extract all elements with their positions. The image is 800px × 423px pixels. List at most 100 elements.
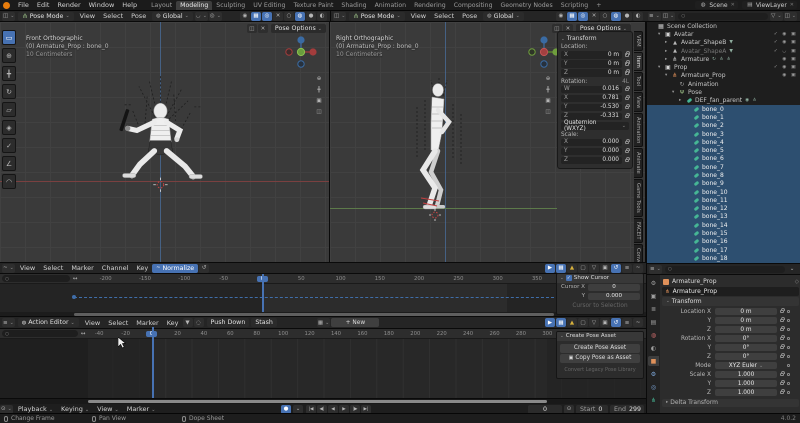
convert-legacy-pose-library-button[interactable]: Convert Legacy Pose Library: [560, 366, 640, 375]
menu-item[interactable]: View: [16, 264, 39, 272]
icon[interactable]: ◎: [209, 12, 222, 21]
lock-icon[interactable]: [780, 328, 784, 332]
toolbar-tool[interactable]: ╋: [2, 66, 16, 81]
icon[interactable]: ▲: [567, 264, 577, 273]
animate-dot-icon[interactable]: [787, 310, 790, 313]
lock-icon[interactable]: [625, 53, 629, 57]
icon[interactable]: ▽: [589, 318, 599, 327]
transform-panel-header[interactable]: ⌄Transform: [561, 35, 629, 42]
value-field[interactable]: 0 m: [715, 308, 777, 316]
value-slider[interactable]: Z0 m: [561, 69, 622, 77]
workspace-tab[interactable]: Modeling: [176, 1, 212, 10]
playhead[interactable]: [262, 274, 264, 312]
icon[interactable]: ▢: [578, 264, 588, 273]
value-slider[interactable]: X0 m: [561, 51, 622, 59]
lock-icon[interactable]: [780, 391, 784, 395]
viewport-front[interactable]: ◫ ✕ Pose Options ▭⊕╋↻▱◈✓∠◠ Front Orthogr…: [0, 22, 330, 262]
unlink-scene-icon[interactable]: ✕: [731, 2, 735, 8]
outliner-row[interactable]: bone_10: [647, 188, 800, 196]
value-slider[interactable]: X0.781: [561, 95, 622, 103]
lock-icon[interactable]: [625, 97, 629, 101]
new-action-button[interactable]: +New: [331, 318, 379, 327]
animate-dot-icon[interactable]: [787, 373, 790, 376]
outliner-row[interactable]: bone_0: [647, 105, 800, 113]
stash-button[interactable]: Stash: [251, 318, 277, 327]
axes-icon[interactable]: ✕: [258, 24, 268, 33]
viewport-menu-item[interactable]: View: [76, 12, 99, 20]
icon[interactable]: ▣: [314, 96, 324, 105]
editor-type-icon[interactable]: ◫: [333, 12, 346, 21]
menu-item[interactable]: Window: [85, 1, 119, 9]
lock-icon[interactable]: [780, 382, 784, 386]
mode-dropdown[interactable]: ⋔ Pose Mode: [349, 12, 404, 21]
outliner-row[interactable]: bone_8: [647, 171, 800, 179]
animate-dot-icon[interactable]: [787, 346, 790, 349]
menu-item[interactable]: Marker: [132, 319, 162, 327]
editor-type-icon[interactable]: ≡: [2, 318, 15, 327]
curve-point[interactable]: [72, 295, 76, 299]
icon[interactable]: ◐: [317, 12, 327, 21]
outliner-row[interactable]: bone_1: [647, 113, 800, 121]
icon[interactable]: ~: [633, 264, 643, 273]
properties-tab-icon[interactable]: ⚙: [648, 369, 659, 379]
icon[interactable]: ▶: [545, 318, 555, 327]
icon[interactable]: ◎: [262, 12, 272, 21]
value-field[interactable]: 0°: [715, 335, 777, 343]
channel-region[interactable]: [0, 339, 88, 399]
orientation-dropdown[interactable]: ◎ Global: [483, 12, 524, 21]
browse-action-icon[interactable]: ▦: [317, 318, 330, 327]
menu-item[interactable]: View: [81, 319, 104, 327]
outliner-row[interactable]: Animation: [647, 80, 800, 88]
outliner-row[interactable]: bone_6: [647, 155, 800, 163]
visibility-icons[interactable]: ✓ ◉ ▣: [774, 40, 800, 45]
editor-type-icon[interactable]: ≡: [649, 265, 662, 274]
toolbar-tool[interactable]: ▱: [2, 102, 16, 117]
menu-item[interactable]: Key: [132, 264, 152, 272]
value-slider[interactable]: Y0.000: [561, 148, 622, 156]
view-layer-selector[interactable]: ▤ ViewLayer ✕: [742, 1, 797, 9]
icon[interactable]: ◎: [578, 12, 588, 21]
icon[interactable]: ⊕: [543, 74, 553, 83]
icon[interactable]: ≡: [622, 318, 632, 327]
visibility-icons[interactable]: ◉ ▣: [782, 73, 800, 78]
icon[interactable]: ●: [622, 12, 632, 21]
outliner-row[interactable]: bone_15: [647, 229, 800, 237]
lock-icon[interactable]: [625, 71, 629, 75]
rotation-mode-dropdown[interactable]: XYZ Euler: [715, 362, 777, 370]
sidebar-tab[interactable]: Animation: [634, 113, 643, 147]
add-workspace-button[interactable]: +: [592, 1, 605, 10]
channel-search-input[interactable]: [2, 330, 78, 337]
outliner-row[interactable]: bone_13: [647, 213, 800, 221]
create-pose-asset-header[interactable]: ⌄ Create Pose Asset: [557, 332, 643, 341]
icon[interactable]: ▽: [589, 264, 599, 273]
icon[interactable]: ▽: [770, 12, 782, 21]
toolbar-tool[interactable]: ◈: [2, 120, 16, 135]
search-input[interactable]: [678, 13, 768, 20]
properties-tab-icon[interactable]: ⚙: [648, 278, 659, 288]
menu-item[interactable]: Edit: [33, 1, 54, 9]
lock-icon[interactable]: [780, 337, 784, 341]
sidebar-tab[interactable]: Item: [634, 52, 643, 72]
icon[interactable]: ▣: [543, 96, 553, 105]
editor-type-icon[interactable]: ◫: [2, 12, 15, 21]
workspace-tab[interactable]: Shading: [337, 1, 370, 10]
properties-tab-icon[interactable]: ◐: [648, 343, 659, 353]
orientation-dropdown[interactable]: ◎ Global: [152, 12, 193, 21]
icon[interactable]: ▦: [567, 12, 577, 21]
properties-tab-icon[interactable]: ■: [648, 356, 659, 366]
value-field[interactable]: 1.000: [715, 380, 777, 388]
scene-selector[interactable]: ◍ Scene ✕: [695, 1, 738, 9]
icon[interactable]: ╋: [314, 85, 324, 94]
graph-ruler[interactable]: ↔ -200-150-100-5005010015020025030035040…: [0, 274, 646, 284]
icon[interactable]: ◍: [611, 12, 621, 21]
show-cursor-header[interactable]: ⌄ Show Cursor: [557, 274, 643, 283]
object-name-field[interactable]: ⋔ Armature_Prop: [662, 287, 799, 296]
menu-item[interactable]: Select: [39, 264, 67, 272]
sidebar-tab[interactable]: VRM: [634, 31, 643, 51]
icon[interactable]: ◌: [194, 318, 204, 327]
icon[interactable]: ◫: [543, 107, 553, 116]
workspace-tab[interactable]: Animation: [371, 1, 411, 10]
outliner-row[interactable]: ▸ Armature ↻ ⋔ ⋔ ◉ ▣: [647, 55, 800, 63]
icon[interactable]: ◉: [556, 12, 566, 21]
icon[interactable]: ◫: [314, 107, 324, 116]
